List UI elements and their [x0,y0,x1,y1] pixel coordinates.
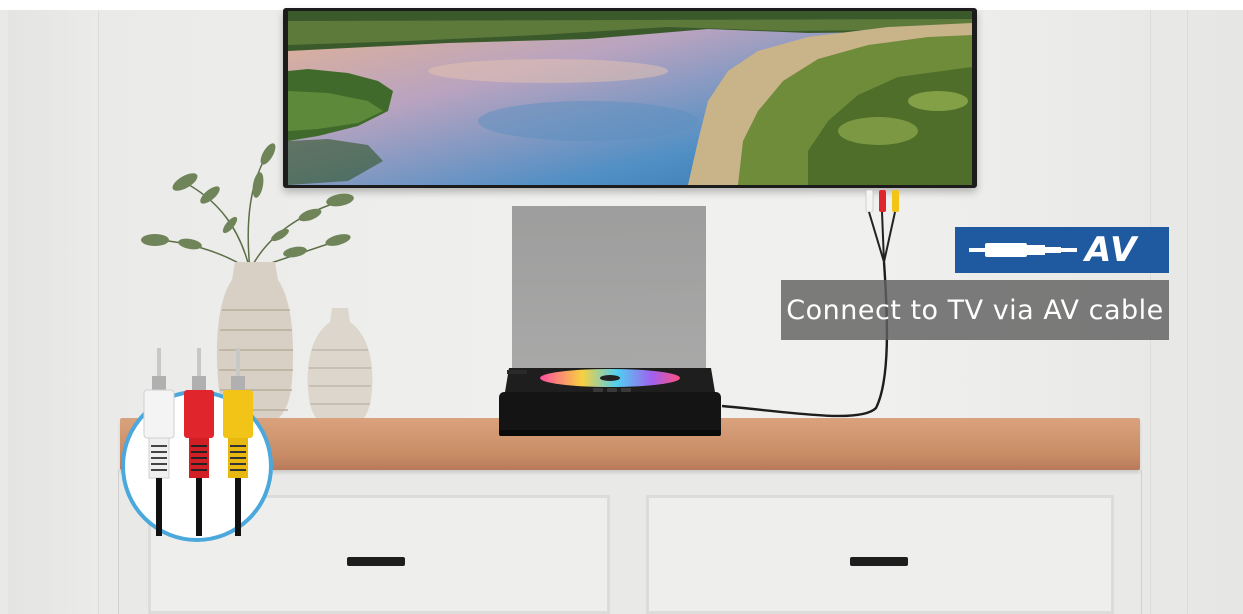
av-badge: AV [955,227,1169,273]
av-cable-plug-icon [969,243,1077,257]
caption-box: Connect to TV via AV cable [781,280,1169,340]
drawer-handle-right [850,557,908,566]
drawer-right [646,495,1114,614]
rca-plugs-closeup [143,348,253,536]
white-plug-icon [865,189,874,213]
drawer-handle-left [347,557,405,566]
product-scene: AV Connect to TV via AV cable [0,0,1243,614]
white-rca-plug-icon [143,348,175,536]
av-label: AV [1085,230,1138,270]
dvd-player [499,368,721,436]
red-rca-plug-icon [184,348,214,536]
yellow-plug-icon [892,190,899,212]
caption-text: Connect to TV via AV cable [786,294,1164,326]
yellow-rca-plug-icon [223,348,253,536]
red-plug-icon [879,190,886,212]
